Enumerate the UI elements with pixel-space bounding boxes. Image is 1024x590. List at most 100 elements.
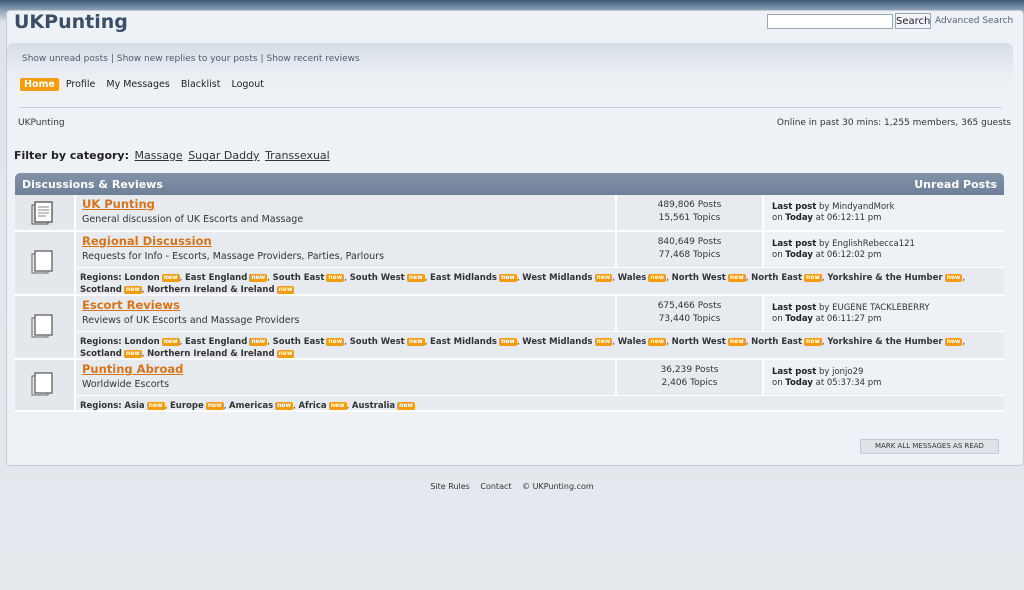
filter-label: Filter by category: [14,149,129,162]
filter-transsexual-link[interactable]: Transsexual [265,149,330,162]
nav-blacklist[interactable]: Blacklist [177,78,225,91]
subforum-link[interactable]: Northern Ireland & Ireland [147,285,274,295]
new-posts-badge: new [406,338,425,346]
subforum-regions: Regions: London new, East England new, Sou… [76,332,1004,359]
forum-title-link[interactable]: Escort Reviews [82,298,180,312]
last-post-time: at 06:11:27 pm [815,314,882,324]
new-posts-badge: new [123,350,142,358]
last-post-author[interactable]: by EUGENE TACKLEBERRY [819,303,930,313]
forum-icon [31,372,53,396]
last-post-link[interactable]: Last post [772,367,816,377]
search-input[interactable] [767,14,893,29]
new-posts-badge: new [804,338,822,346]
subforum-link[interactable]: South East [273,273,325,283]
filter-massage-link[interactable]: Massage [135,149,183,162]
unread-posts-link[interactable]: Unread Posts [914,178,997,191]
subforum-link[interactable]: Africa [298,401,326,411]
subforum-link[interactable]: West Midlands [522,337,592,347]
forum-table-header: Discussions & Reviews Unread Posts [15,173,1004,195]
show-unread-link[interactable]: Show unread posts [22,54,108,64]
subforum-link[interactable]: Yorkshire & the Humber [827,273,942,283]
last-post-link[interactable]: Last post [772,303,816,313]
nav-profile[interactable]: Profile [62,78,100,91]
last-post-link[interactable]: Last post [772,202,816,212]
forum-icon [31,314,53,338]
subforum-link[interactable]: Northern Ireland & Ireland [147,349,274,359]
subforum-link[interactable]: South West [350,273,405,283]
regions-label: Regions: [80,401,122,411]
subforum-link[interactable]: South West [350,337,405,347]
footer: Site Rules Contact © UKPunting.com [0,482,1024,491]
site-title[interactable]: UKPunting [14,11,128,33]
quick-links: Show unread posts | Show new replies to yo… [22,54,360,64]
new-posts-badge: new [648,338,667,346]
last-post-author[interactable]: by MindyandMork [819,202,895,212]
new-posts-badge: new [205,402,224,410]
subforum-link[interactable]: East England [185,337,247,347]
new-posts-badge: new [326,274,345,282]
nav-my-messages[interactable]: My Messages [102,78,173,91]
subforum-link[interactable]: Yorkshire & the Humber [827,337,942,347]
subforum-link[interactable]: Scotland [80,349,122,359]
forum-title-link[interactable]: Punting Abroad [82,362,183,376]
main-nav: Home Profile My Messages Blacklist Logout [20,78,271,91]
post-count: 489,806 Posts [657,200,722,210]
subforum-link[interactable]: North East [751,273,802,283]
subforum-link[interactable]: Americas [229,401,273,411]
subforum-regions: Regions: London new, East England new, Sou… [76,268,1004,295]
new-posts-badge: new [249,274,268,282]
last-post-author[interactable]: by EnglishRebecca121 [819,239,915,249]
forum-title-link[interactable]: UK Punting [82,197,155,211]
forum-row: Regional Discussion Requests for Info - … [15,232,1004,296]
forum-row: Escort Reviews Reviews of UK Escorts and… [15,296,1004,360]
site-rules-link[interactable]: Site Rules [430,482,469,491]
subforum-link[interactable]: Scotland [80,285,122,295]
last-post-link[interactable]: Last post [772,239,816,249]
show-recent-reviews-link[interactable]: Show recent reviews [266,54,359,64]
forum-title-link[interactable]: Regional Discussion [82,234,212,248]
new-posts-badge: new [498,274,517,282]
subforum-regions: Regions: Asia new, Europe new, Americas new… [76,396,1004,411]
regions-label: Regions: [80,273,122,283]
divider [20,107,1002,108]
subforum-link[interactable]: East Midlands [430,337,497,347]
subforum-link[interactable]: East England [185,273,247,283]
new-posts-badge: new [804,274,822,282]
new-posts-badge: new [123,286,142,294]
new-posts-badge: new [276,286,295,294]
subforum-link[interactable]: Europe [170,401,204,411]
subforum-link[interactable]: Wales [618,273,647,283]
post-count: 36,239 Posts [660,365,719,375]
new-posts-badge: new [594,338,613,346]
subforum-link[interactable]: North West [672,273,726,283]
subforum-link[interactable]: Asia [124,401,144,411]
contact-link[interactable]: Contact [480,482,511,491]
breadcrumb[interactable]: UKPunting [18,118,65,128]
subforum-link[interactable]: North West [672,337,726,347]
category-title[interactable]: Discussions & Reviews [22,178,163,191]
subforum-link[interactable]: Australia [352,401,395,411]
advanced-search-link[interactable]: Advanced Search [935,16,1013,26]
search-button[interactable]: Search [895,13,931,29]
filter-sugar-daddy-link[interactable]: Sugar Daddy [188,149,259,162]
mark-all-read-button[interactable]: MARK ALL MESSAGES AS READ [860,439,999,454]
nav-home[interactable]: Home [20,78,59,91]
forum-icon [31,250,53,274]
subforum-link[interactable]: South East [273,337,325,347]
show-new-replies-link[interactable]: Show new replies to your posts [117,54,258,64]
subforum-link[interactable]: North East [751,337,802,347]
nav-logout[interactable]: Logout [227,78,268,91]
new-posts-badge: new [146,402,165,410]
new-posts-badge: new [594,274,613,282]
subforum-link[interactable]: West Midlands [522,273,592,283]
last-post-time: at 06:12:11 pm [815,213,882,223]
subforum-link[interactable]: Wales [618,337,647,347]
subforum-link[interactable]: London [124,273,159,283]
new-posts-badge: new [944,274,963,282]
new-posts-badge: new [275,402,294,410]
subforum-link[interactable]: London [124,337,159,347]
new-posts-badge: new [944,338,963,346]
new-posts-badge: new [727,274,746,282]
last-post-author[interactable]: by jonjo29 [819,367,863,377]
subforum-link[interactable]: East Midlands [430,273,497,283]
